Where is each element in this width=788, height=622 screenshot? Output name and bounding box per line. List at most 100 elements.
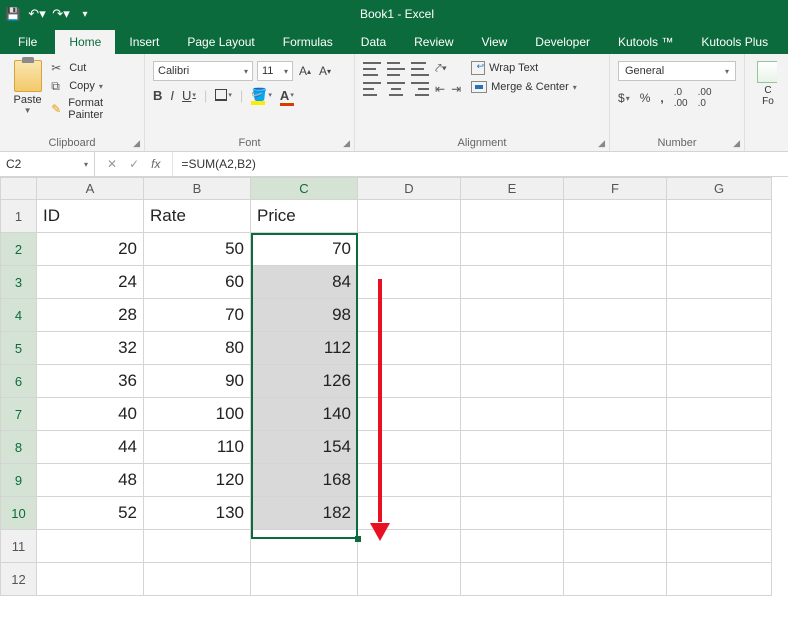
save-icon[interactable]: 💾 [6,7,20,21]
cell[interactable] [564,233,667,266]
cell[interactable] [251,530,358,563]
cell[interactable] [144,563,251,596]
cell[interactable] [358,431,461,464]
tab-kutools[interactable]: Kutools ™ [604,30,687,54]
col-header-F[interactable]: F [564,178,667,200]
number-format-combo[interactable]: General▾ [618,61,736,81]
cancel-formula-icon[interactable]: ✕ [107,157,117,171]
cell[interactable] [667,233,772,266]
cell[interactable] [667,497,772,530]
orientation-icon[interactable]: ⤤▾ [435,61,447,76]
chevron-down-icon[interactable]: ▾ [84,160,88,169]
row-header[interactable]: 2 [1,233,37,266]
cell[interactable] [358,200,461,233]
row-header[interactable]: 3 [1,266,37,299]
cell[interactable]: 98 [251,299,358,332]
decrease-font-icon[interactable]: A▾ [317,64,333,78]
cell[interactable]: 48 [37,464,144,497]
cell[interactable]: 44 [37,431,144,464]
worksheet-grid[interactable]: A B C D E F G 1 ID Rate Price 2 20 50 70… [0,177,788,596]
cell[interactable]: 52 [37,497,144,530]
dialog-launcher-icon[interactable]: ◢ [598,138,605,149]
row-header[interactable]: 10 [1,497,37,530]
cell[interactable]: Price [251,200,358,233]
cell[interactable]: 120 [144,464,251,497]
cell[interactable]: 168 [251,464,358,497]
cut-button[interactable]: Cut [51,61,136,75]
row-header[interactable]: 5 [1,332,37,365]
cell[interactable] [667,431,772,464]
percent-format-button[interactable]: % [640,91,651,105]
align-bottom-icon[interactable] [411,62,429,76]
border-button[interactable]: ▾ [215,89,232,101]
tab-review[interactable]: Review [400,30,467,54]
cell[interactable]: 20 [37,233,144,266]
cell[interactable]: 36 [37,365,144,398]
cell[interactable]: 112 [251,332,358,365]
row-header[interactable]: 7 [1,398,37,431]
accounting-format-button[interactable]: $▾ [618,91,630,105]
cell[interactable] [461,365,564,398]
cell[interactable] [358,332,461,365]
align-right-icon[interactable] [411,82,429,96]
wrap-text-button[interactable]: Wrap Text [471,61,577,75]
cell[interactable] [564,497,667,530]
tab-home[interactable]: Home [55,30,115,54]
cell[interactable]: 24 [37,266,144,299]
row-header[interactable]: 11 [1,530,37,563]
cell[interactable] [564,398,667,431]
font-name-combo[interactable]: Calibri▾ [153,61,253,81]
undo-icon[interactable]: ↶▾ [30,7,44,21]
cell[interactable] [358,299,461,332]
cell[interactable] [461,563,564,596]
cell[interactable]: 90 [144,365,251,398]
cell[interactable] [564,431,667,464]
increase-indent-icon[interactable]: ⇥ [451,82,461,96]
cell[interactable] [358,365,461,398]
cell[interactable]: 32 [37,332,144,365]
col-header-D[interactable]: D [358,178,461,200]
cell[interactable] [461,464,564,497]
row-header[interactable]: 6 [1,365,37,398]
name-box[interactable]: C2▾ [0,152,95,176]
cell[interactable]: 50 [144,233,251,266]
underline-button[interactable]: U▾ [182,88,196,103]
dialog-launcher-icon[interactable]: ◢ [343,138,350,149]
cell[interactable] [461,398,564,431]
cell[interactable] [144,530,251,563]
align-center-icon[interactable] [387,82,405,96]
cell[interactable]: 182 [251,497,358,530]
cell[interactable] [358,398,461,431]
cell[interactable]: 110 [144,431,251,464]
tab-kutools-plus[interactable]: Kutools Plus [687,30,782,54]
tab-page-layout[interactable]: Page Layout [173,30,268,54]
align-top-icon[interactable] [363,62,381,76]
cell[interactable] [667,398,772,431]
cell[interactable]: 80 [144,332,251,365]
col-header-G[interactable]: G [667,178,772,200]
font-color-button[interactable]: A▾ [280,88,294,103]
increase-font-icon[interactable]: A▴ [297,64,313,78]
redo-icon[interactable]: ↷▾ [54,7,68,21]
row-header[interactable]: 1 [1,200,37,233]
cell[interactable]: 60 [144,266,251,299]
cell[interactable] [667,563,772,596]
cell[interactable] [358,497,461,530]
row-header[interactable]: 9 [1,464,37,497]
merge-center-button[interactable]: Merge & Center▾ [471,81,577,93]
cell[interactable] [667,200,772,233]
cell[interactable] [358,266,461,299]
copy-button[interactable]: Copy▾ [51,79,136,93]
cell[interactable]: 28 [37,299,144,332]
cell[interactable]: 70 [144,299,251,332]
cell[interactable]: 84 [251,266,358,299]
cell[interactable] [667,299,772,332]
cell[interactable] [564,563,667,596]
cell[interactable] [461,431,564,464]
dialog-launcher-icon[interactable]: ◢ [133,138,140,149]
italic-button[interactable]: I [170,88,174,103]
font-size-combo[interactable]: 11▾ [257,61,293,81]
col-header-C[interactable]: C [251,178,358,200]
cell[interactable]: Rate [144,200,251,233]
formula-bar[interactable]: =SUM(A2,B2) [172,152,788,176]
